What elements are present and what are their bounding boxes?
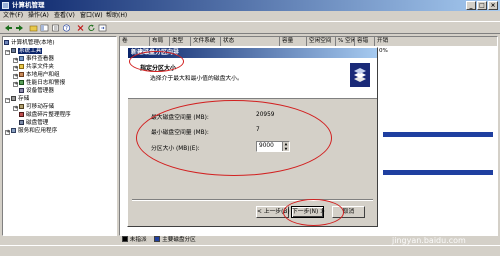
expand-icon[interactable]: + — [13, 82, 18, 87]
expand-icon[interactable]: + — [13, 74, 18, 79]
tree-item-label: 共享文件夹 — [26, 64, 54, 70]
column-filesystem[interactable]: 文件系统 — [191, 37, 221, 46]
disk-management-icon — [19, 120, 24, 125]
legend-unallocated-label: 未指派 — [129, 237, 147, 243]
users-icon — [19, 72, 24, 77]
window-title: 计算机管理 — [12, 1, 45, 9]
toolbar: ? — [0, 21, 500, 34]
tree-item-label: 磁盘管理 — [26, 120, 49, 126]
disk-primary-partition-bar[interactable] — [383, 170, 493, 175]
tree-item-label: 服务和应用程序 — [18, 128, 58, 134]
column-layout[interactable]: 布局 — [150, 37, 170, 46]
back-arrow-icon[interactable] — [4, 24, 13, 32]
column-fault-tolerance[interactable]: 容错 — [355, 37, 375, 46]
wizard-separator — [132, 199, 373, 201]
tree-item-label: 系统工具 — [18, 48, 43, 54]
console-tree: 计算机管理(本地) − 系统工具 + 事件查看器 + 共享文件夹 + 本地用户和组 + 性… — [2, 36, 117, 236]
device-manager-icon — [19, 88, 24, 93]
computer-management-screenshot: 计算机管理 _ □ × 文件(F) 操作(A) 查看(V) 窗口(W) 帮助(H… — [0, 0, 500, 256]
tree-item-label: 性能日志和警报 — [26, 80, 66, 86]
tools-icon — [11, 48, 16, 53]
disk-primary-partition-bar[interactable] — [383, 132, 493, 137]
up-level-icon[interactable] — [29, 24, 38, 32]
volume-list-header: 卷 布局 类型 文件系统 状态 容量 空闲空间 % 空闲 容错 开销 — [120, 37, 497, 46]
export-list-icon[interactable] — [98, 24, 107, 32]
column-type[interactable]: 类型 — [170, 37, 191, 46]
column-status[interactable]: 状态 — [221, 37, 280, 46]
annotation-oval-title — [129, 51, 184, 72]
column-overhead[interactable]: 开销 — [375, 37, 497, 46]
tree-item-label: 事件查看器 — [26, 56, 54, 62]
performance-icon — [19, 80, 24, 85]
window-controls: _ □ × — [466, 1, 498, 10]
event-viewer-icon — [19, 56, 24, 61]
disk-wizard-icon — [350, 63, 370, 87]
defrag-icon — [19, 112, 24, 117]
primary-partition-swatch — [154, 236, 161, 242]
collapse-icon[interactable]: − — [5, 98, 10, 103]
computer-management-icon — [2, 2, 9, 9]
computer-icon — [4, 40, 9, 45]
tree-item-label: 计算机管理(本地) — [11, 40, 55, 46]
forward-arrow-icon[interactable] — [15, 24, 24, 32]
collapse-icon[interactable]: − — [5, 50, 10, 55]
annotation-oval-size — [136, 100, 332, 176]
tree-item-computer-management[interactable]: 计算机管理(本地) — [4, 40, 55, 47]
maximize-button[interactable]: □ — [477, 1, 487, 10]
column-volume[interactable]: 卷 — [120, 37, 150, 46]
status-bar — [0, 245, 500, 256]
column-free-space[interactable]: 空闲空间 — [307, 37, 336, 46]
show-tree-icon[interactable] — [40, 24, 49, 32]
watermark-url: jingyan.baidu.com — [392, 236, 466, 245]
tree-item-device-manager[interactable]: 设备管理器 — [19, 88, 54, 95]
tree-item-label: 存储 — [18, 96, 30, 102]
delete-icon[interactable] — [76, 24, 85, 32]
close-button[interactable]: × — [488, 1, 498, 10]
legend-primary-label: 主要磁盘分区 — [162, 237, 196, 243]
menu-help[interactable]: 帮助(H) — [106, 11, 127, 21]
menu-view[interactable]: 查看(V) — [54, 11, 75, 21]
expand-icon[interactable]: + — [13, 58, 18, 63]
storage-icon — [11, 96, 16, 101]
expand-icon[interactable]: + — [13, 66, 18, 71]
refresh-icon[interactable] — [87, 24, 96, 32]
menu-file[interactable]: 文件(F) — [3, 11, 23, 21]
baidu-paw-icon — [381, 213, 394, 229]
watermark-brand: Bai 经验 — [398, 215, 460, 233]
services-icon — [11, 128, 16, 133]
removable-storage-icon — [19, 104, 24, 109]
annotation-oval-next — [283, 199, 344, 226]
svg-text:?: ? — [65, 26, 68, 32]
help-icon[interactable]: ? — [62, 24, 71, 32]
menubar: 文件(F) 操作(A) 查看(V) 窗口(W) 帮助(H) — [0, 11, 500, 21]
tree-item-label: 磁盘碎片整理程序 — [26, 112, 71, 118]
tree-item-shared-folders[interactable]: + 共享文件夹 — [13, 64, 54, 71]
column-capacity[interactable]: 容量 — [280, 37, 307, 46]
volume-overhead-cell: 0% — [379, 48, 388, 54]
properties-icon[interactable] — [51, 24, 60, 32]
tree-item-defrag[interactable]: 磁盘碎片整理程序 — [19, 112, 71, 119]
tree-item-label: 本地用户和组 — [26, 72, 60, 78]
column-percent-free[interactable]: % 空闲 — [336, 37, 355, 46]
menu-window[interactable]: 窗口(W) — [80, 11, 103, 21]
expand-icon[interactable]: + — [13, 106, 18, 111]
tree-item-event-viewer[interactable]: + 事件查看器 — [13, 56, 54, 63]
tree-item-storage[interactable]: − 存储 — [5, 96, 29, 103]
window-titlebar[interactable]: 计算机管理 _ □ × — [0, 0, 500, 11]
tree-item-label: 可移动存储 — [26, 104, 54, 110]
minimize-button[interactable]: _ — [466, 1, 476, 10]
tree-item-removable-storage[interactable]: + 可移动存储 — [13, 104, 54, 111]
tree-item-performance-logs[interactable]: + 性能日志和警报 — [13, 80, 65, 87]
menu-action[interactable]: 操作(A) — [28, 11, 49, 21]
wizard-subheading: 选择介于最大和最小值的磁盘大小。 — [150, 76, 243, 82]
disk-wizard-graphic — [354, 68, 366, 82]
tree-item-services-apps[interactable]: + 服务和应用程序 — [5, 128, 57, 135]
tree-item-label: 设备管理器 — [26, 88, 54, 94]
tree-item-local-users[interactable]: + 本地用户和组 — [13, 72, 60, 79]
tree-item-disk-management[interactable]: 磁盘管理 — [19, 120, 48, 127]
unallocated-swatch — [122, 236, 128, 242]
expand-icon[interactable]: + — [5, 130, 10, 135]
tree-item-system-tools[interactable]: − 系统工具 — [5, 48, 43, 55]
folder-icon — [19, 64, 24, 69]
